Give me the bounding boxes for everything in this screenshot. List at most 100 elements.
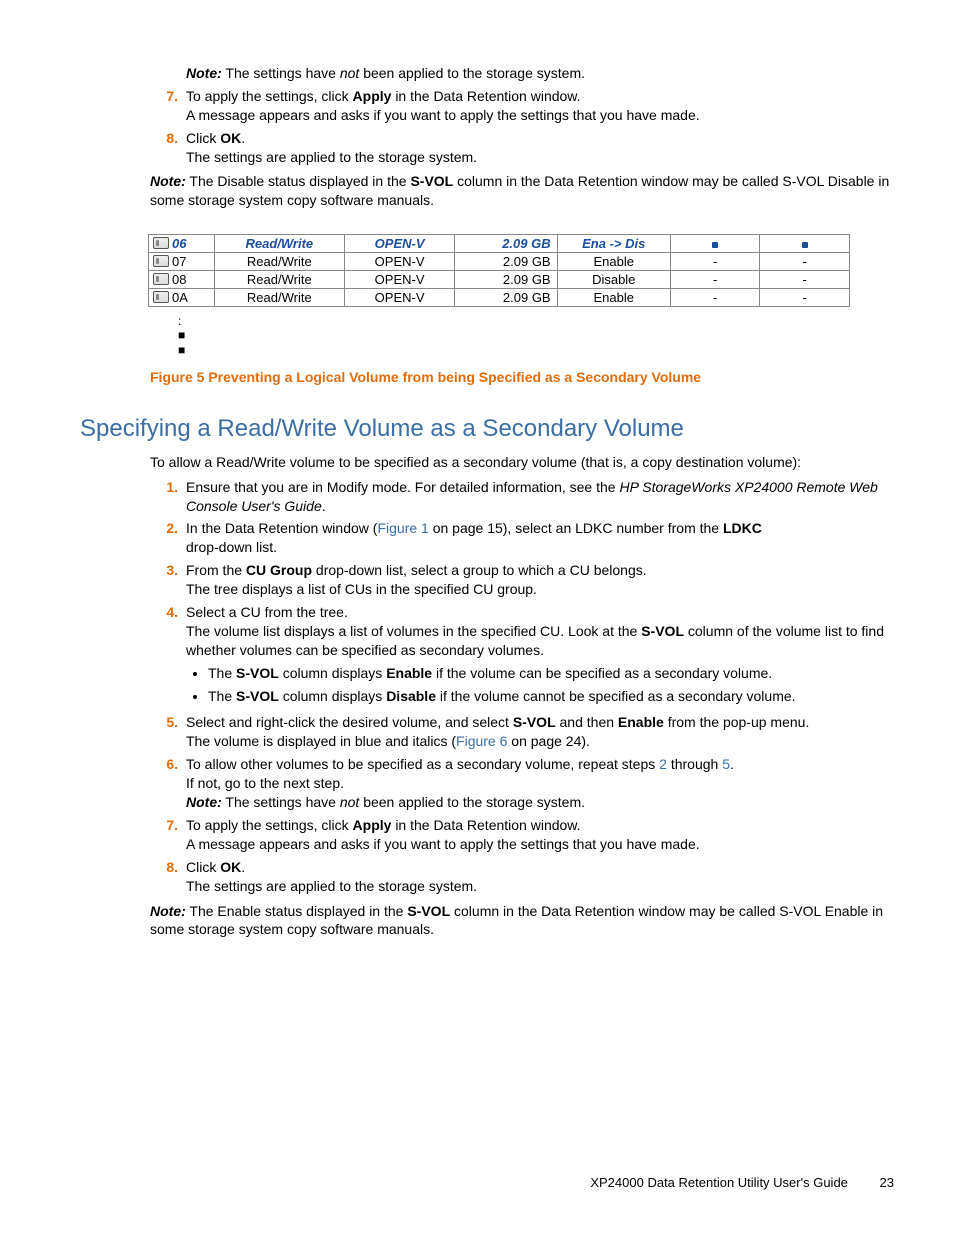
list-item: The S-VOL column displays Disable if the… [208,687,894,706]
step-number: 8. [150,858,186,896]
svol-bullets: The S-VOL column displays Enable if the … [208,664,894,706]
note-label: Note: [150,173,186,189]
apply-button-label: Apply [353,88,392,104]
note-d1: The Disable status displayed in the [189,173,406,189]
table-cell: Enable [557,289,670,307]
table-cell: 07 [149,253,215,271]
table-cell: - [670,253,760,271]
table-cell: - [760,253,850,271]
step-number: 7. [150,87,186,125]
page: Note: The settings have not been applied… [0,0,954,1235]
s2b: on page 15), select an LDKC number from … [429,520,719,536]
figure1-link[interactable]: Figure 1 [377,520,428,536]
table-cell: - [670,289,760,307]
note-not: not [340,65,359,81]
s2a: In the Data Retention window ( [186,520,377,536]
table-cell: OPEN-V [344,235,455,253]
table-cell: 2.09 GB [455,253,557,271]
step-number: 7. [150,816,186,854]
s3a: From the [186,562,242,578]
ellipsis-symbols: : ■ ■ [178,315,894,357]
s4a: Select a CU from the tree. [186,604,348,620]
table-cell: - [670,271,760,289]
list-item: The S-VOL column displays Enable if the … [208,664,894,683]
svol-label: S-VOL [410,173,453,189]
disk-icon [153,255,169,267]
section-heading: Specifying a Read/Write Volume as a Seco… [80,415,894,443]
ok-button-label: OK [220,130,241,146]
s2c: drop-down list. [186,539,277,555]
table-cell: OPEN-V [344,289,455,307]
step7-b: in the Data Retention window. [395,88,580,104]
disk-icon [153,237,169,249]
cugroup-label: CU Group [246,562,312,578]
change-dot-icon [712,242,718,248]
table-cell: 2.09 GB [455,271,557,289]
table-row: 07Read/WriteOPEN-V2.09 GBEnable-- [149,253,850,271]
footer-title: XP24000 Data Retention Utility User's Gu… [590,1175,848,1190]
ldkc-label: LDKC [723,520,762,536]
step-number: 8. [150,129,186,167]
step8-a: Click [186,130,216,146]
table-cell: 06 [149,235,215,253]
table-cell: Read/Write [214,235,344,253]
prev-steps-tail: Note: The settings have not been applied… [150,64,894,166]
note-text: The settings have [225,65,336,81]
table-cell: Read/Write [214,271,344,289]
figure6-link[interactable]: Figure 6 [456,733,507,749]
note-label: Note: [186,794,222,810]
table-row: 0ARead/WriteOPEN-V2.09 GBEnable-- [149,289,850,307]
table-cell: 0A [149,289,215,307]
table-cell: 2.09 GB [455,235,557,253]
step-number: 1. [150,478,186,516]
step-number: 2. [150,519,186,557]
ok-button-label: OK [220,859,241,875]
step-number: 6. [150,755,186,812]
s3b: drop-down list, select a group to which … [316,562,647,578]
s5a: Select and right-click the desired volum… [186,714,509,730]
table-row: 08Read/WriteOPEN-V2.09 GBDisable-- [149,271,850,289]
note-tail: been applied to the storage system. [363,65,585,81]
s3c: The tree displays a list of CUs in the s… [186,581,537,597]
step-number: 5. [150,713,186,751]
table-cell: OPEN-V [344,253,455,271]
volume-table: 06Read/WriteOPEN-V2.09 GBEna -> Dis07Rea… [148,234,850,307]
step2-link[interactable]: 2 [659,756,667,772]
table-cell: 08 [149,271,215,289]
step8-b: The settings are applied to the storage … [186,149,477,165]
table-cell: 2.09 GB [455,289,557,307]
s4b: The volume list displays a list of volum… [186,623,637,639]
table-cell: OPEN-V [344,271,455,289]
content-area: Note: The settings have not been applied… [150,64,894,939]
s1a: Ensure that you are in Modify mode. For … [186,479,616,495]
table-cell [670,235,760,253]
figure-caption: Figure 5 Preventing a Logical Volume fro… [150,369,894,385]
disk-icon [153,291,169,303]
apply-button-label: Apply [353,817,392,833]
change-dot-icon [802,242,808,248]
disable-note: Note: The Disable status displayed in th… [80,172,894,210]
table-cell: - [760,289,850,307]
disk-icon [153,273,169,285]
note-label: Note: [186,65,222,81]
table-cell: Ena -> Dis [557,235,670,253]
step5-link[interactable]: 5 [722,756,730,772]
step7-a: To apply the settings, click [186,88,349,104]
table-cell [760,235,850,253]
intro-text: To allow a Read/Write volume to be speci… [150,453,894,472]
step-number: 3. [150,561,186,599]
enable-note: Note: The Enable status displayed in the… [150,902,894,940]
main-steps: 1. Ensure that you are in Modify mode. F… [150,478,894,896]
note-label: Note: [150,903,186,919]
step-number: 4. [150,603,186,709]
table-cell: Read/Write [214,289,344,307]
table-cell: Read/Write [214,253,344,271]
svol-label: S-VOL [641,623,684,639]
table-cell: - [760,271,850,289]
page-footer: XP24000 Data Retention Utility User's Gu… [590,1175,894,1190]
step7-c: A message appears and asks if you want t… [186,107,700,123]
page-number: 23 [880,1175,894,1190]
table-row: 06Read/WriteOPEN-V2.09 GBEna -> Dis [149,235,850,253]
table-cell: Disable [557,271,670,289]
table-cell: Enable [557,253,670,271]
